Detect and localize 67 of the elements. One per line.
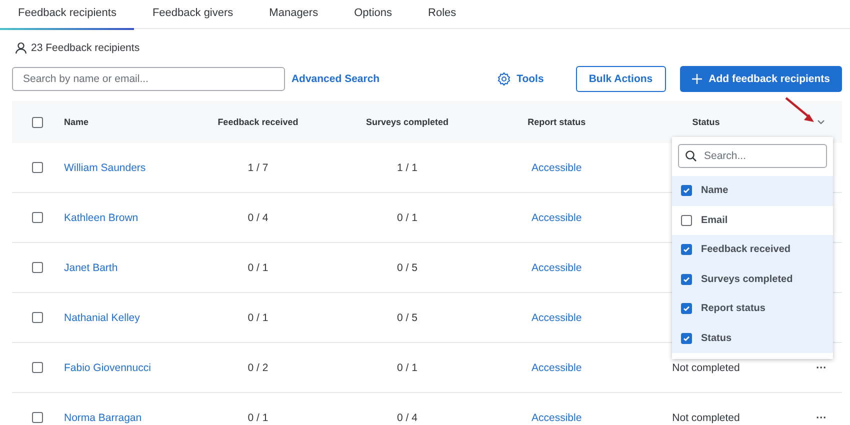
tab[interactable]: Roles [410, 0, 474, 30]
recipient-name-link[interactable]: Norma Barragan [64, 412, 142, 424]
advanced-search-link[interactable]: Advanced Search [291, 73, 380, 85]
tab[interactable]: Managers [251, 0, 336, 30]
checkbox[interactable] [32, 116, 43, 128]
more-options-button[interactable]: ··· [816, 362, 827, 374]
surveys-count: 0 / 4 [397, 412, 418, 424]
recipient-count: 23 Feedback recipients [31, 42, 140, 54]
checkbox[interactable] [681, 244, 692, 256]
chevron-down-icon[interactable] [817, 119, 826, 125]
surveys-count: 0 / 5 [397, 262, 418, 274]
annotation-arrow [784, 96, 816, 124]
column-header: Surveys completed [332, 101, 482, 143]
column-header: Feedback received [183, 101, 333, 143]
column-option[interactable]: Name [701, 185, 728, 196]
status-text: Not completed [672, 362, 740, 374]
column-option[interactable]: Email [701, 214, 728, 226]
surveys-count: 0 / 1 [397, 362, 418, 374]
feedback-count: 1 / 7 [248, 162, 268, 174]
surveys-count: 0 / 1 [397, 212, 418, 224]
checkbox[interactable] [681, 303, 692, 314]
column-option[interactable]: Status [701, 332, 732, 344]
column-header: Report status [482, 101, 632, 143]
checkbox[interactable] [681, 185, 692, 196]
gear-icon[interactable] [496, 72, 511, 86]
checkbox[interactable] [32, 362, 43, 374]
feedback-count: 0 / 1 [248, 262, 268, 274]
plus-icon [692, 74, 702, 84]
checkbox[interactable] [681, 214, 692, 226]
column-search-field[interactable]: Search... [678, 144, 827, 168]
tab[interactable]: Feedback recipients [0, 0, 134, 30]
checkbox[interactable] [681, 332, 692, 344]
tab[interactable]: Feedback givers [134, 0, 252, 30]
recipient-name-link[interactable]: William Saunders [64, 162, 146, 174]
checkbox[interactable] [681, 274, 692, 285]
more-options-button[interactable]: ··· [816, 412, 827, 424]
person-icon [15, 42, 27, 54]
column-header: Name [62, 101, 184, 143]
report-status-link[interactable]: Accessible [531, 312, 582, 324]
surveys-count: 0 / 5 [397, 312, 418, 324]
feedback-count: 0 / 2 [248, 362, 268, 374]
checkbox[interactable] [32, 312, 43, 324]
add-recipients-button[interactable]: Add feedback recipients [680, 66, 842, 92]
feedback-count: 0 / 4 [248, 212, 268, 224]
feedback-count: 0 / 1 [248, 312, 268, 324]
report-status-link[interactable]: Accessible [531, 362, 582, 374]
checkbox[interactable] [32, 262, 43, 274]
report-status-link[interactable]: Accessible [531, 262, 582, 274]
checkbox[interactable] [32, 212, 43, 224]
feedback-count: 0 / 1 [248, 412, 268, 424]
report-status-link[interactable]: Accessible [531, 212, 582, 224]
surveys-count: 1 / 1 [397, 162, 418, 174]
recipient-name-link[interactable]: Kathleen Brown [64, 212, 138, 224]
status-text: Not completed [672, 412, 740, 424]
tab[interactable]: Options [336, 0, 410, 30]
checkbox[interactable] [32, 412, 43, 424]
column-option[interactable]: Report status [701, 303, 766, 314]
search-field[interactable]: Search by name or email... [12, 67, 286, 91]
report-status-link[interactable]: Accessible [531, 162, 582, 174]
search-icon [685, 150, 697, 162]
report-status-link[interactable]: Accessible [531, 412, 582, 424]
recipient-name-link[interactable]: Nathanial Kelley [64, 312, 140, 324]
recipient-name-link[interactable]: Janet Barth [64, 262, 118, 274]
bulk-actions-button[interactable]: Bulk Actions [576, 66, 666, 92]
tools-link[interactable]: Tools [516, 73, 544, 85]
checkbox[interactable] [32, 162, 43, 174]
recipient-name-link[interactable]: Fabio Giovennucci [64, 362, 151, 374]
